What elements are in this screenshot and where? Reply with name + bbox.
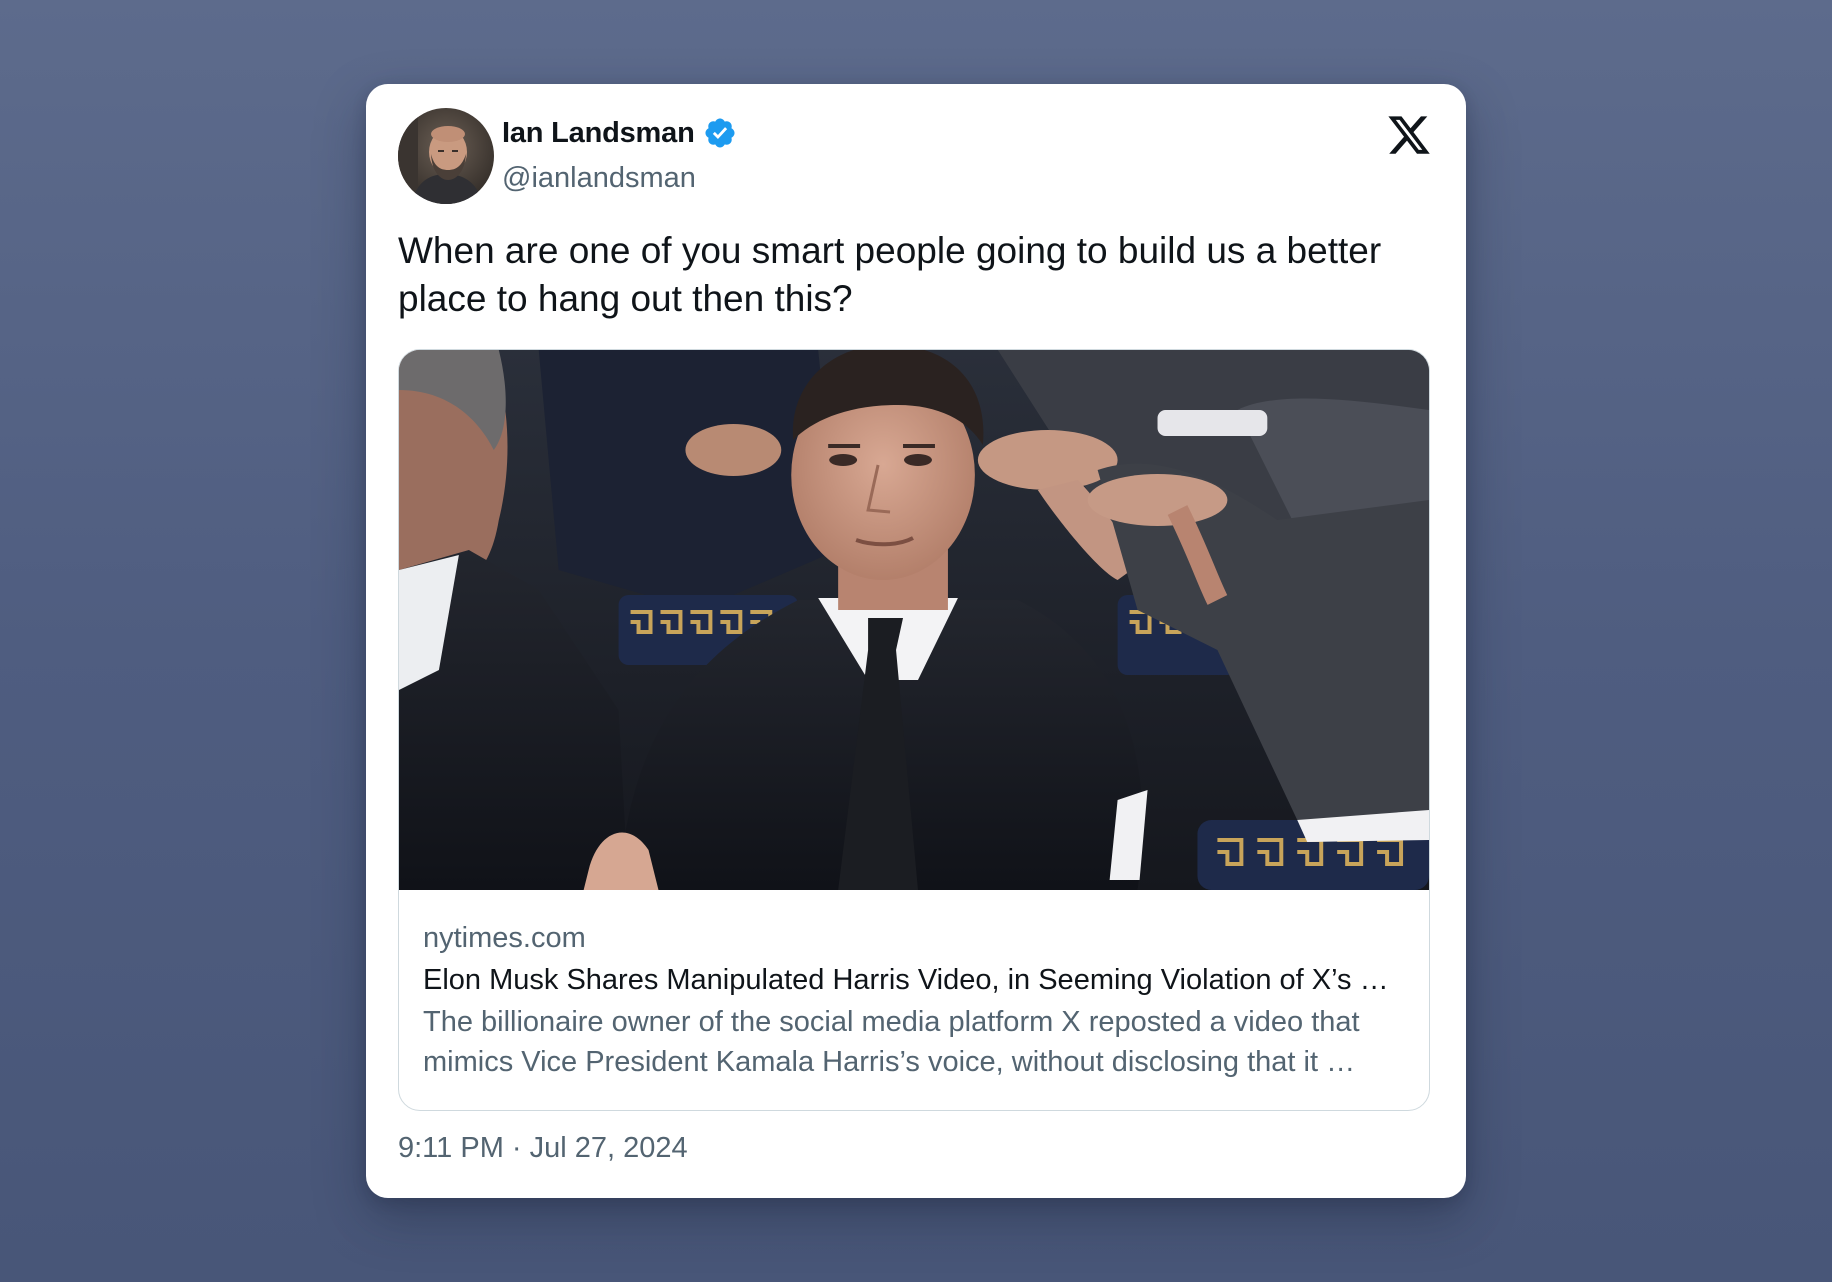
link-description: The billionaire owner of the social medi… [423,1006,1360,1078]
x-logo-icon[interactable] [1386,112,1432,158]
link-preview-image[interactable] [399,350,1429,890]
tweet-card[interactable]: Ian Landsman @ianlandsman When are one o… [366,84,1466,1198]
author-handle[interactable]: @ianlandsman [502,162,696,195]
link-preview-meta: nytimes.com Elon Musk Shares Manipulated… [423,918,1405,1082]
link-preview-card[interactable]: nytimes.com Elon Musk Shares Manipulated… [398,349,1430,1111]
author-display-name[interactable]: Ian Landsman [502,117,695,150]
tweet-timestamp[interactable]: 9:11 PM · Jul 27, 2024 [398,1132,688,1165]
link-domain: nytimes.com [423,922,586,954]
verified-badge-icon [705,118,735,148]
x-logo-glyph [1388,116,1430,154]
author-name-row[interactable]: Ian Landsman [502,116,737,150]
link-title[interactable]: Elon Musk Shares Manipulated Harris Vide… [423,958,1405,1002]
tweet-text: When are one of you smart people going t… [398,230,1382,319]
avatar[interactable] [398,108,494,204]
profile-photo-icon [398,108,494,204]
news-photo-icon [399,350,1429,890]
